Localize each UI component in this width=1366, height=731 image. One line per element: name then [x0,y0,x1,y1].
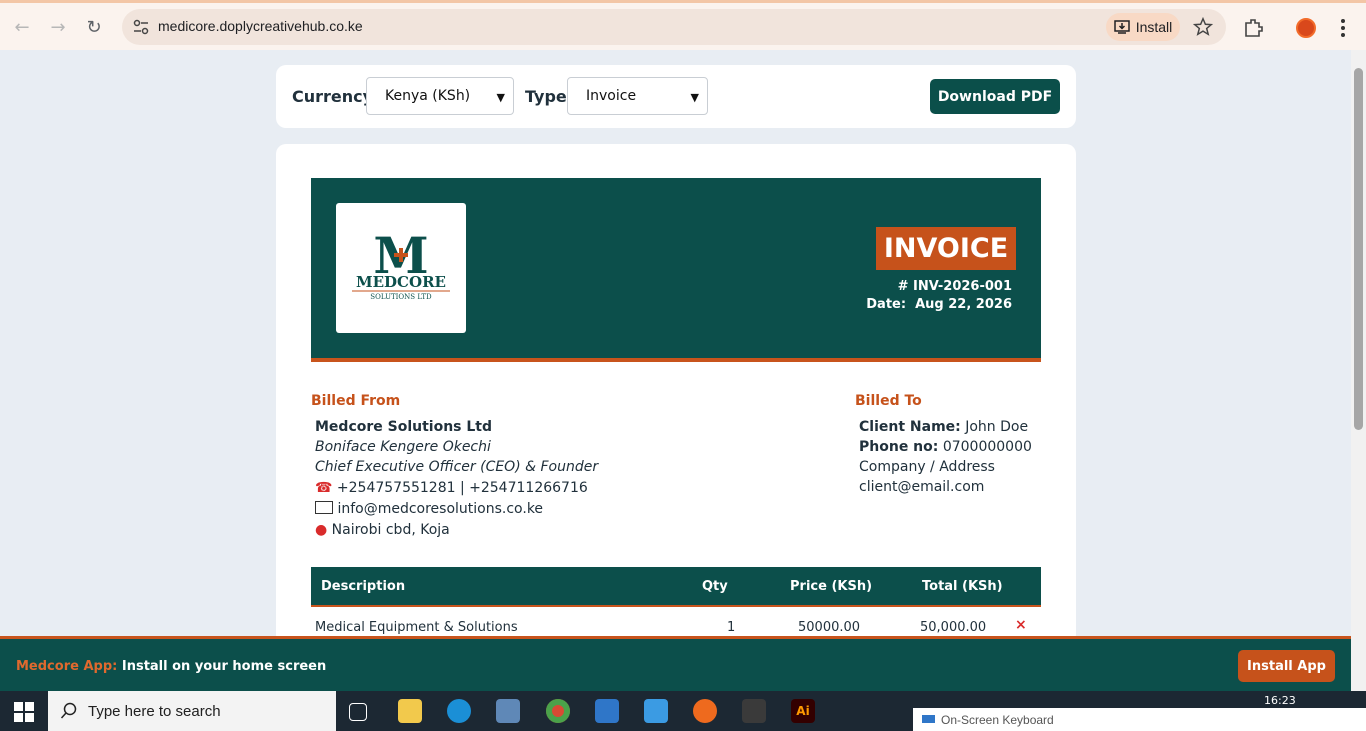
client-email: client@email.com [859,479,985,495]
invoice-number: # INV-2026-001 [897,279,1012,294]
app-icon[interactable] [644,699,668,723]
task-view-icon[interactable] [349,703,367,721]
back-icon[interactable]: ← [8,13,36,41]
page-scrollbar[interactable] [1351,50,1366,691]
type-label: Type: [525,87,574,106]
windows-taskbar: Type here to search Ai 16:23 On-Screen K… [0,691,1366,731]
company-logo: M MEDCORE SOLUTIONS LTD [336,203,466,333]
browser-toolbar: ← → ↻ medicore.doplycreativehub.co.ke In… [0,0,1366,50]
taskbar-search[interactable]: Type here to search [48,691,336,731]
row-total: 50,000.00 [920,620,987,635]
site-settings-icon[interactable] [132,18,150,36]
banner-brand: Medcore App: [16,659,118,674]
page-viewport: Currency: Kenya (KSh) ▼ Type: Invoice ▼ … [0,50,1351,636]
billed-from-title: Billed From [311,393,401,409]
from-address-row: ● Nairobi cbd, Koja [315,522,450,538]
chevron-down-icon: ▼ [690,91,699,104]
app-icon[interactable] [496,699,520,723]
windows-start-icon[interactable] [14,702,34,722]
from-role: Chief Executive Officer (CEO) & Founder [315,459,599,475]
from-email: info@medcoresolutions.co.ke [337,501,544,517]
osk-label: On-Screen Keyboard [941,712,1054,727]
forward-icon[interactable]: → [44,13,72,41]
client-name-value: John Doe [965,419,1029,435]
date-value: Aug 22, 2026 [915,297,1012,312]
col-description: Description [321,579,406,594]
col-qty: Qty [702,579,728,594]
col-total: Total (KSh) [922,579,1003,594]
download-pdf-button[interactable]: Download PDF [930,79,1060,114]
app-icon[interactable] [742,699,766,723]
photos-icon[interactable] [595,699,619,723]
medcore-logo-icon: M MEDCORE SOLUTIONS LTD [352,226,450,301]
install-app-button[interactable]: Install App [1238,650,1335,682]
install-icon [1113,20,1130,34]
file-explorer-icon[interactable] [398,699,422,723]
pin-icon: ● [315,522,328,538]
currency-select[interactable]: Kenya (KSh) ▼ [366,77,514,115]
edge-icon[interactable] [447,699,471,723]
extensions-icon[interactable] [1242,17,1264,39]
client-phone-value: 0700000000 [942,439,1032,455]
envelope-icon [315,501,333,514]
type-select[interactable]: Invoice ▼ [567,77,708,115]
install-pwa-button[interactable]: Install [1106,13,1180,41]
client-name-label: Client Name: [859,419,961,435]
from-phone-row: ☎ +254757551281 | +254711266716 [315,480,588,496]
address-bar[interactable]: medicore.doplycreativehub.co.ke Install [122,9,1226,45]
type-value: Invoice [586,88,637,104]
from-email-row: info@medcoresolutions.co.ke [315,501,543,517]
client-phone-row: Phone no: 0700000000 [859,439,1032,455]
row-description[interactable]: Medical Equipment & Solutions [315,620,518,635]
app-icon[interactable] [693,699,717,723]
client-company: Company / Address [859,459,995,475]
controls-bar: Currency: Kenya (KSh) ▼ Type: Invoice ▼ … [276,65,1076,128]
banner-message: Install on your home screen [121,659,327,674]
on-screen-keyboard-tooltip: On-Screen Keyboard [913,708,1366,731]
row-price[interactable]: 50000.00 [798,620,860,635]
illustrator-icon[interactable]: Ai [791,699,815,723]
from-phone: +254757551281 | +254711266716 [336,480,588,496]
date-label: Date: [866,297,907,312]
logo-text: MEDCORE [356,273,446,291]
menu-kebab-icon[interactable] [1334,17,1352,39]
banner-text: Medcore App: Install on your home screen [16,659,326,674]
profile-avatar[interactable] [1296,18,1316,38]
install-label: Install [1135,19,1173,35]
search-placeholder: Type here to search [88,702,221,720]
invoice-document: M MEDCORE SOLUTIONS LTD INVOICE # INV-20… [276,144,1076,636]
invoice-date: Date: Aug 22, 2026 [866,297,1012,312]
table-row: Medical Equipment & Solutions 1 50000.00… [311,612,1041,636]
from-address: Nairobi cbd, Koja [331,522,450,538]
scrollbar-thumb[interactable] [1354,68,1363,430]
from-person: Boniface Kengere Okechi [315,439,491,455]
system-clock[interactable]: 16:23 [1264,694,1296,707]
client-phone-label: Phone no: [859,439,939,455]
logo-subtext: SOLUTIONS LTD [370,293,432,301]
keyboard-icon [922,715,935,723]
search-icon [60,702,77,719]
client-name-row: Client Name: John Doe [859,419,1028,435]
reload-icon[interactable]: ↻ [80,13,108,41]
chrome-icon[interactable] [546,699,570,723]
from-company: Medcore Solutions Ltd [315,419,493,435]
phone-icon: ☎ [315,480,333,496]
billed-to-title: Billed To [855,393,922,409]
items-table-header: Description Qty Price (KSh) Total (KSh) [311,567,1041,607]
bookmark-star-icon[interactable] [1192,16,1214,38]
row-qty[interactable]: 1 [727,620,735,635]
currency-value: Kenya (KSh) [385,88,471,104]
chevron-down-icon: ▼ [496,91,505,104]
col-price: Price (KSh) [790,579,873,594]
invoice-badge: INVOICE [876,227,1016,270]
url-text[interactable]: medicore.doplycreativehub.co.ke [158,18,363,34]
install-app-banner: Medcore App: Install on your home screen… [0,636,1351,691]
remove-row-icon[interactable]: × [1015,617,1027,633]
invoice-header: M MEDCORE SOLUTIONS LTD INVOICE # INV-20… [311,178,1041,362]
